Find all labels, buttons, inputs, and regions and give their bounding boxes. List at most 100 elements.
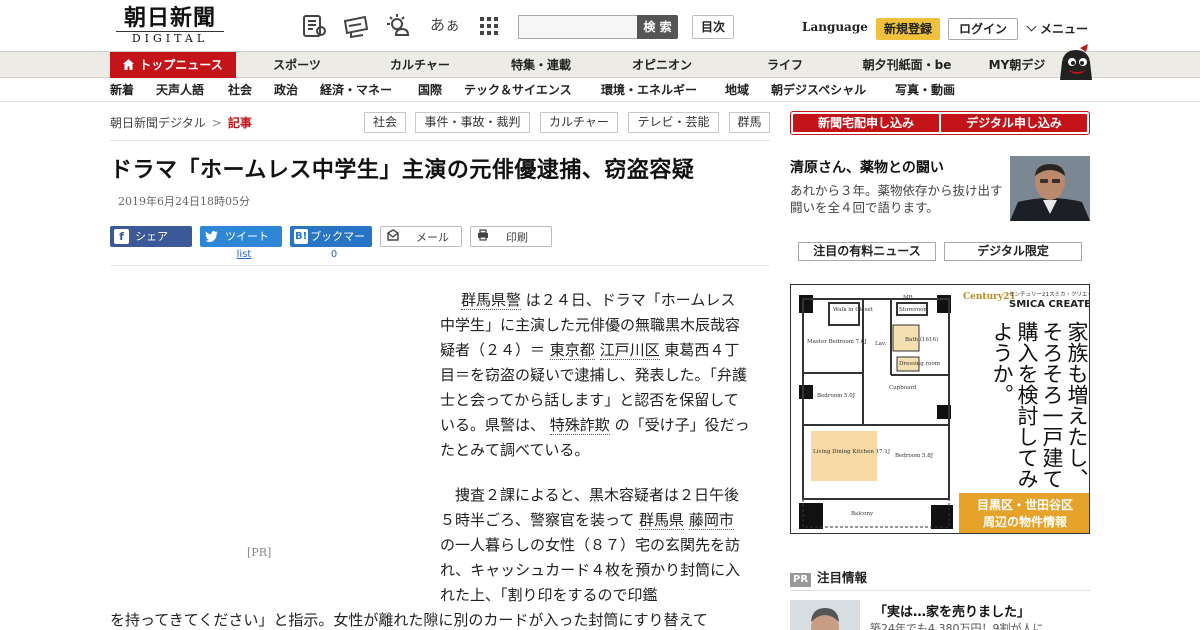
tag-society[interactable]: 社会 bbox=[364, 112, 406, 133]
home-icon bbox=[123, 53, 135, 79]
language-link[interactable]: Language bbox=[802, 20, 868, 34]
nav-top-news-label: トップニュース bbox=[139, 58, 223, 72]
paid-news-button[interactable]: 注目の有料ニュース bbox=[798, 242, 936, 261]
article-paragraph-2: 捜査２課によると、黒木容疑者は２日午後５時半ごろ、警察官を装って 群馬県 藤岡市… bbox=[440, 483, 750, 608]
room-label: Walk in Closet bbox=[833, 307, 874, 313]
toc-button[interactable]: 目次 bbox=[692, 15, 734, 39]
keyword-link[interactable]: 東京都 bbox=[549, 341, 595, 360]
asahi-digital-logo[interactable]: 朝日新聞 DIGITAL bbox=[110, 6, 230, 48]
nav-special[interactable]: 朝デジスペシャル bbox=[771, 79, 866, 102]
nav-features[interactable]: 特集・連載 bbox=[500, 52, 582, 78]
nav-paper[interactable]: 朝夕刊紙面・be bbox=[855, 52, 959, 78]
coupon-icon[interactable] bbox=[343, 13, 369, 39]
digital-only-button[interactable]: デジタル限定 bbox=[944, 242, 1082, 261]
nav-international[interactable]: 国際 bbox=[418, 79, 442, 102]
search-input[interactable] bbox=[518, 15, 637, 39]
pr-item-title[interactable]: 「実は…家を売りました」 bbox=[874, 601, 1030, 620]
tag-tv-entertainment[interactable]: テレビ・芸能 bbox=[628, 112, 719, 133]
login-button[interactable]: ログイン bbox=[948, 18, 1018, 40]
nav-tech-science[interactable]: テック＆サイエンス bbox=[464, 79, 572, 102]
newspaper-icon[interactable] bbox=[301, 13, 327, 39]
room-label: MB bbox=[903, 295, 913, 301]
pr-photo[interactable] bbox=[790, 600, 860, 630]
newspaper-subscribe-button[interactable]: 新聞宅配申し込み bbox=[793, 114, 939, 132]
keyword-link[interactable]: 江戸川区 bbox=[599, 341, 660, 360]
tag-culture[interactable]: カルチャー bbox=[540, 112, 618, 133]
nav-politics[interactable]: 政治 bbox=[274, 79, 298, 102]
breadcrumb-separator: > bbox=[211, 116, 222, 130]
nav-latest[interactable]: 新着 bbox=[110, 79, 134, 102]
hatena-icon: B! bbox=[294, 229, 309, 244]
room-label: Bedroom 5.0J bbox=[817, 393, 855, 399]
nav-society[interactable]: 社会 bbox=[228, 79, 252, 102]
century21-logo: Century21 センチュリー21スミカ・クリエイト SMICA CREATE bbox=[959, 287, 1090, 315]
room-label: Master Bedroom 7.0J bbox=[807, 339, 867, 345]
room-label: Storeroom bbox=[899, 307, 929, 313]
paragraph-text: の一人暮らしの女性（８７）宅の玄関先を訪れ、キャッシュカード４枚を預かり封筒に入… bbox=[440, 536, 741, 604]
nav-life[interactable]: ライフ bbox=[755, 52, 815, 78]
tag-gunma[interactable]: 群馬 bbox=[729, 112, 770, 133]
ad-pr-label: [PR] bbox=[247, 546, 272, 559]
font-size-icon[interactable]: あぁ bbox=[430, 14, 460, 35]
hatena-count[interactable]: 0 bbox=[290, 249, 378, 260]
divider bbox=[790, 590, 1090, 591]
feature-title[interactable]: 清原さん、薬物との闘い bbox=[790, 157, 944, 177]
tag-incidents[interactable]: 事件・事故・裁判 bbox=[415, 112, 530, 133]
search-button[interactable]: 検 索 bbox=[637, 15, 678, 39]
feature-description: あれから３年。薬物依存から抜け出す闘いを全４回で語ります。 bbox=[790, 183, 1003, 215]
breadcrumb-current: 記事 bbox=[227, 116, 252, 130]
keyword-link[interactable]: 特殊詐欺 bbox=[549, 416, 610, 435]
nav-environment[interactable]: 環境・エネルギー bbox=[601, 79, 697, 102]
nav-region[interactable]: 地域 bbox=[725, 79, 749, 102]
nav-top-news[interactable]: トップニュース bbox=[110, 52, 236, 78]
digital-subscribe-button[interactable]: デジタル申し込み bbox=[941, 114, 1087, 132]
hatena-bookmark-button[interactable]: B! ブックマーク bbox=[290, 226, 372, 264]
room-label: Bath (1616) bbox=[905, 336, 938, 343]
nav-photo-video[interactable]: 写真・動画 bbox=[895, 79, 955, 102]
twitter-icon bbox=[204, 229, 219, 244]
register-button[interactable]: 新規登録 bbox=[876, 18, 940, 40]
keyword-link[interactable]: 藤岡市 bbox=[688, 511, 734, 530]
primary-nav: トップニュース スポーツ カルチャー 特集・連載 オピニオン ライフ 朝夕刊紙面… bbox=[0, 52, 1200, 78]
room-label: Living Dining Kitchen 17.1J bbox=[813, 449, 890, 455]
nav-culture[interactable]: カルチャー bbox=[380, 52, 460, 78]
room-label: Bedroom 5.8J bbox=[895, 453, 933, 459]
facebook-share-label: シェア bbox=[135, 230, 168, 243]
mascot-icon[interactable] bbox=[1054, 44, 1094, 80]
chevron-down-icon bbox=[1026, 21, 1037, 32]
floor-plan-image: Walk in Closet Storeroom Master Bedroom … bbox=[791, 285, 959, 533]
logo-main-text: 朝日新聞 bbox=[123, 5, 216, 31]
nav-my-asadigi[interactable]: MY朝デジ bbox=[984, 52, 1050, 78]
breadcrumb-home[interactable]: 朝日新聞デジタル bbox=[110, 116, 206, 130]
pr-section-heading: PR 注目情報 bbox=[790, 567, 867, 587]
grid-menu-icon[interactable] bbox=[476, 13, 502, 39]
brand-company: センチュリー21スミカ・クリエイト bbox=[1009, 292, 1090, 298]
twitter-tweet-button[interactable]: ツイート bbox=[200, 226, 282, 247]
menu-button[interactable]: メニュー bbox=[1026, 20, 1088, 37]
mail-button[interactable]: メール bbox=[380, 226, 462, 247]
twitter-tweet-label: ツイート bbox=[225, 230, 269, 243]
keyword-link[interactable]: 群馬県 bbox=[639, 511, 685, 530]
room-label: Balcony bbox=[851, 511, 874, 517]
room-label: Cupboard bbox=[889, 385, 917, 391]
article-headline: ドラマ「ホームレス中学生」主演の元俳優逮捕、窃盗容疑 bbox=[110, 158, 695, 183]
twitter-count[interactable]: list bbox=[200, 249, 288, 260]
room-label: Lav. bbox=[875, 341, 886, 347]
brand-name: SMICA CREATE bbox=[1009, 299, 1090, 310]
nav-tensei-jingo[interactable]: 天声人語 bbox=[156, 79, 204, 102]
nav-economy[interactable]: 経済・マネー bbox=[320, 79, 392, 102]
article-date: 2019年6月24日18時05分 bbox=[118, 195, 250, 208]
facebook-share-button[interactable]: f シェア bbox=[110, 226, 192, 247]
ad-cta[interactable]: 目黒区・世田谷区 周辺の物件情報 bbox=[959, 493, 1089, 533]
weather-icon[interactable] bbox=[386, 13, 412, 39]
brand-mark: Century21 bbox=[963, 292, 1016, 302]
real-estate-ad[interactable]: Walk in Closet Storeroom Master Bedroom … bbox=[790, 284, 1090, 534]
nav-opinion[interactable]: オピニオン bbox=[622, 52, 702, 78]
print-button[interactable]: 印刷 bbox=[470, 226, 552, 247]
feature-photo[interactable] bbox=[1010, 156, 1090, 221]
pr-heading-label: 注目情報 bbox=[817, 570, 868, 585]
print-icon bbox=[475, 229, 490, 244]
ad-cta-line1: 目黒区・世田谷区 bbox=[976, 498, 1073, 512]
nav-sports[interactable]: スポーツ bbox=[262, 52, 332, 78]
keyword-link[interactable]: 群馬県警 bbox=[461, 291, 522, 310]
